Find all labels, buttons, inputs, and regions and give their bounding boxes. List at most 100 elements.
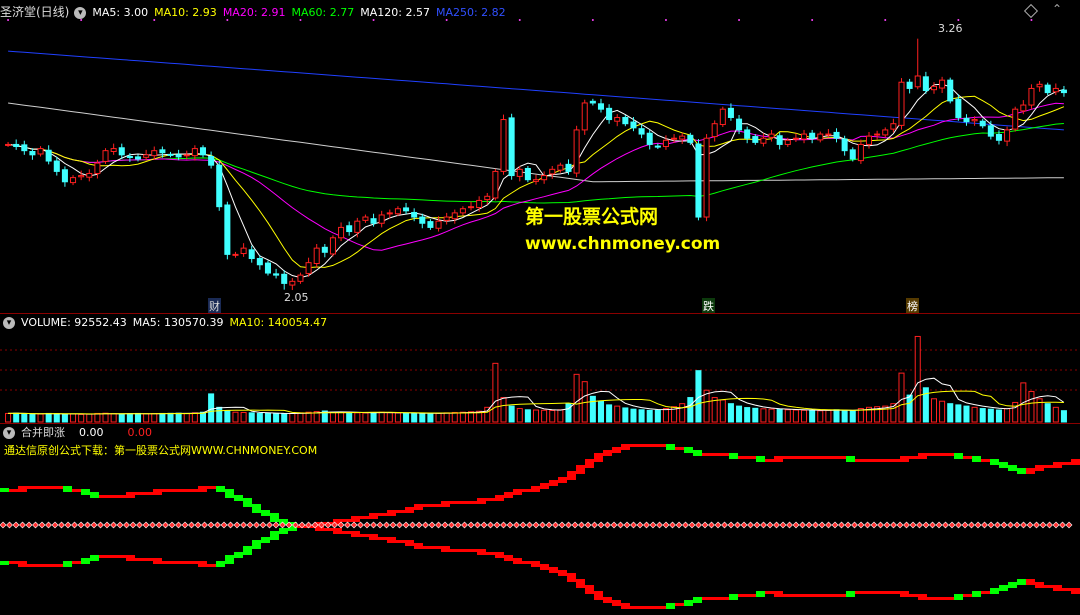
indicator-upper-step — [837, 456, 846, 459]
indicator-upper-step — [675, 447, 684, 450]
indicator-lower-step — [135, 558, 144, 561]
indicator-lower-step — [999, 585, 1008, 591]
indicator-upper-step — [621, 444, 630, 450]
baseline-diamond — [792, 521, 800, 529]
baseline-diamond — [415, 521, 423, 529]
candle-body — [378, 214, 385, 224]
baseline-diamond — [1052, 521, 1060, 529]
indicator-lower-step — [1035, 582, 1044, 588]
candle-body — [1052, 87, 1059, 93]
indicator-lower-step — [990, 588, 999, 594]
baseline-diamond — [1039, 521, 1047, 529]
indicator-upper-step — [594, 453, 603, 462]
indicator-upper-step — [270, 513, 279, 522]
candle-body — [143, 154, 150, 158]
indicator-lower-step — [360, 534, 369, 537]
indicator-upper-step — [459, 501, 468, 504]
indicator-upper-step — [774, 456, 783, 462]
candle-body — [541, 175, 548, 181]
baseline-diamond — [149, 521, 156, 529]
chevron-down-icon[interactable]: ▾ — [74, 7, 87, 19]
indicator-lower-step — [513, 558, 522, 564]
indicator-upper-step — [360, 516, 369, 519]
marker-bang[interactable]: 榜 — [906, 298, 919, 314]
volume-bar — [126, 413, 133, 423]
high-label: 3.26 — [938, 22, 963, 35]
candle-body — [727, 107, 734, 118]
baseline-diamond — [766, 521, 774, 529]
candle-body — [565, 163, 572, 172]
candle-body — [630, 121, 637, 129]
candle-body — [557, 164, 564, 171]
indicator-upper-step — [1044, 465, 1053, 468]
baseline-diamond — [227, 521, 234, 529]
indicator-lower-step — [450, 549, 459, 552]
volume-bar — [232, 411, 239, 423]
baseline-diamond — [844, 521, 852, 529]
indicator-upper-step — [981, 459, 990, 462]
marker-cai[interactable]: 财 — [208, 298, 221, 314]
top-dot — [738, 19, 741, 21]
indicator-v1: 0.00 — [79, 426, 104, 439]
indicator-upper-step — [630, 444, 639, 447]
indicator-upper-step — [648, 444, 657, 447]
marker-die[interactable]: 跌 — [702, 298, 715, 314]
candle-body — [955, 98, 962, 118]
baseline-diamond — [188, 521, 195, 529]
baseline-diamond — [363, 521, 371, 529]
chevron-up-icon[interactable]: ⌃ — [1052, 2, 1062, 16]
candle-body — [313, 247, 320, 264]
candle-body — [711, 123, 718, 138]
baseline-diamond — [90, 521, 98, 529]
indicator-upper-step — [36, 486, 45, 489]
indicator-upper-step — [387, 510, 396, 516]
baseline-diamond — [71, 521, 78, 529]
candle-body — [597, 103, 604, 110]
indicator-upper-step — [729, 453, 738, 459]
baseline-diamond — [266, 521, 273, 529]
indicator-name: 合并即涨 — [21, 426, 65, 439]
baseline-diamond — [870, 521, 878, 529]
indicator-lower-step — [765, 591, 774, 594]
volume-bar — [638, 409, 645, 423]
indicator-lower-step — [837, 594, 846, 597]
indicator-upper-step — [99, 495, 108, 498]
candle-body — [118, 147, 125, 156]
baseline-diamond — [64, 521, 72, 529]
baseline-diamond — [1007, 521, 1014, 529]
indicator-upper-step — [792, 456, 801, 459]
candle-body — [671, 137, 678, 140]
baseline-diamond — [649, 521, 657, 529]
indicator-lower-step — [585, 585, 594, 594]
indicator-upper-step — [558, 477, 567, 483]
volume-bar — [248, 412, 255, 423]
indicator-upper-step — [531, 486, 540, 492]
indicator-lower-step — [261, 537, 270, 543]
indicator-lower-step — [1026, 579, 1035, 585]
indicator-upper-step — [540, 483, 549, 489]
volume-bar — [159, 412, 166, 423]
indicator-upper-step — [198, 486, 207, 492]
indicator-upper-step — [522, 489, 531, 492]
baseline-diamond — [402, 521, 410, 529]
indicator-lower-step — [1008, 582, 1017, 588]
volume-bar — [833, 409, 840, 423]
baseline-diamond — [357, 521, 364, 529]
baseline-diamond — [6, 521, 13, 529]
volume-bar — [208, 393, 215, 423]
volume-bar — [378, 411, 385, 423]
baseline-diamond — [350, 521, 358, 529]
volume-bar — [281, 413, 288, 423]
indicator-lower-step — [180, 561, 189, 564]
baseline-diamond — [539, 521, 546, 529]
baseline-diamond — [604, 521, 611, 529]
chevron-down-icon[interactable]: ▾ — [3, 317, 15, 329]
volume-bar — [134, 412, 142, 423]
indicator-lower-step — [945, 597, 954, 600]
candle-body — [216, 164, 223, 208]
baseline-diamond — [454, 521, 462, 529]
indicator-upper-step — [1026, 468, 1035, 474]
volume-bar — [224, 410, 231, 423]
chevron-down-icon[interactable]: ▾ — [3, 427, 15, 439]
volume-bar — [573, 373, 580, 423]
